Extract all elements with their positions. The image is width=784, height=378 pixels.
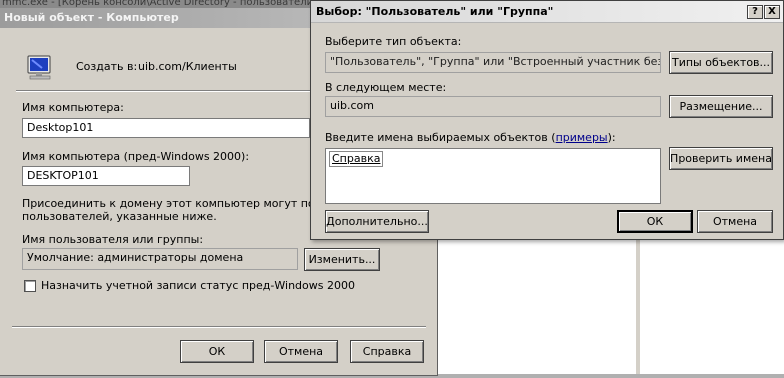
select-dialog-title: Выбор: "Пользователь" или "Группа" <box>311 1 783 23</box>
object-names-input[interactable]: Справка <box>325 148 661 204</box>
checkbox-icon[interactable] <box>24 280 36 292</box>
select-user-group-dialog: Выбор: "Пользователь" или "Группа" ? X В… <box>310 0 784 240</box>
pre2000-name-input[interactable]: DESKTOP101 <box>22 166 190 186</box>
computer-name-input[interactable]: Desktop101 <box>22 118 310 138</box>
pre2000-name-label: Имя компьютера (пред-Windows 2000): <box>22 150 250 163</box>
join-domain-text-line1: Присоединить к домену этот компьютер мог… <box>22 197 354 210</box>
user-or-group-label: Имя пользователя или группы: <box>22 233 204 246</box>
advanced-button[interactable]: Дополнительно... <box>325 210 429 233</box>
separator-bottom <box>12 326 426 328</box>
create-in-path: uib.com/Клиенты <box>138 60 237 73</box>
cancel-button[interactable]: Отмена <box>264 340 338 363</box>
enter-names-label: Введите имена выбираемых объектов (приме… <box>325 131 616 144</box>
help-icon[interactable]: ? <box>747 5 763 19</box>
assign-pre2000-label: Назначить учетной записи статус пред-Win… <box>41 279 355 292</box>
change-button[interactable]: Изменить... <box>304 248 380 271</box>
computer-monitor-icon <box>24 54 56 82</box>
object-types-button[interactable]: Типы объектов... <box>669 51 773 74</box>
object-type-label: Выберите тип объекта: <box>325 35 462 48</box>
join-domain-text-line2: пользователей, указанные ниже. <box>22 210 217 223</box>
ok-button[interactable]: ОК <box>180 340 254 363</box>
examples-link[interactable]: примеры <box>556 131 608 144</box>
help-button[interactable]: Справка <box>350 340 424 363</box>
create-in-label: Создать в: <box>76 60 138 73</box>
background-console-pane <box>438 240 784 378</box>
entered-name[interactable]: Справка <box>329 151 384 167</box>
background-pane-divider[interactable] <box>636 240 640 378</box>
select-cancel-button[interactable]: Отмена <box>697 210 773 233</box>
location-label: В следующем месте: <box>325 81 447 94</box>
computer-name-label: Имя компьютера: <box>22 101 124 114</box>
close-icon[interactable]: X <box>764 5 780 19</box>
user-or-group-field: Умолчание: администраторы домена <box>22 248 298 270</box>
select-ok-button[interactable]: ОК <box>617 210 693 233</box>
location-field: uib.com <box>325 96 661 117</box>
check-names-button[interactable]: Проверить имена <box>669 147 773 170</box>
object-type-field: "Пользователь", "Группа" или "Встроенный… <box>325 52 661 73</box>
locations-button[interactable]: Размещение... <box>669 95 773 118</box>
